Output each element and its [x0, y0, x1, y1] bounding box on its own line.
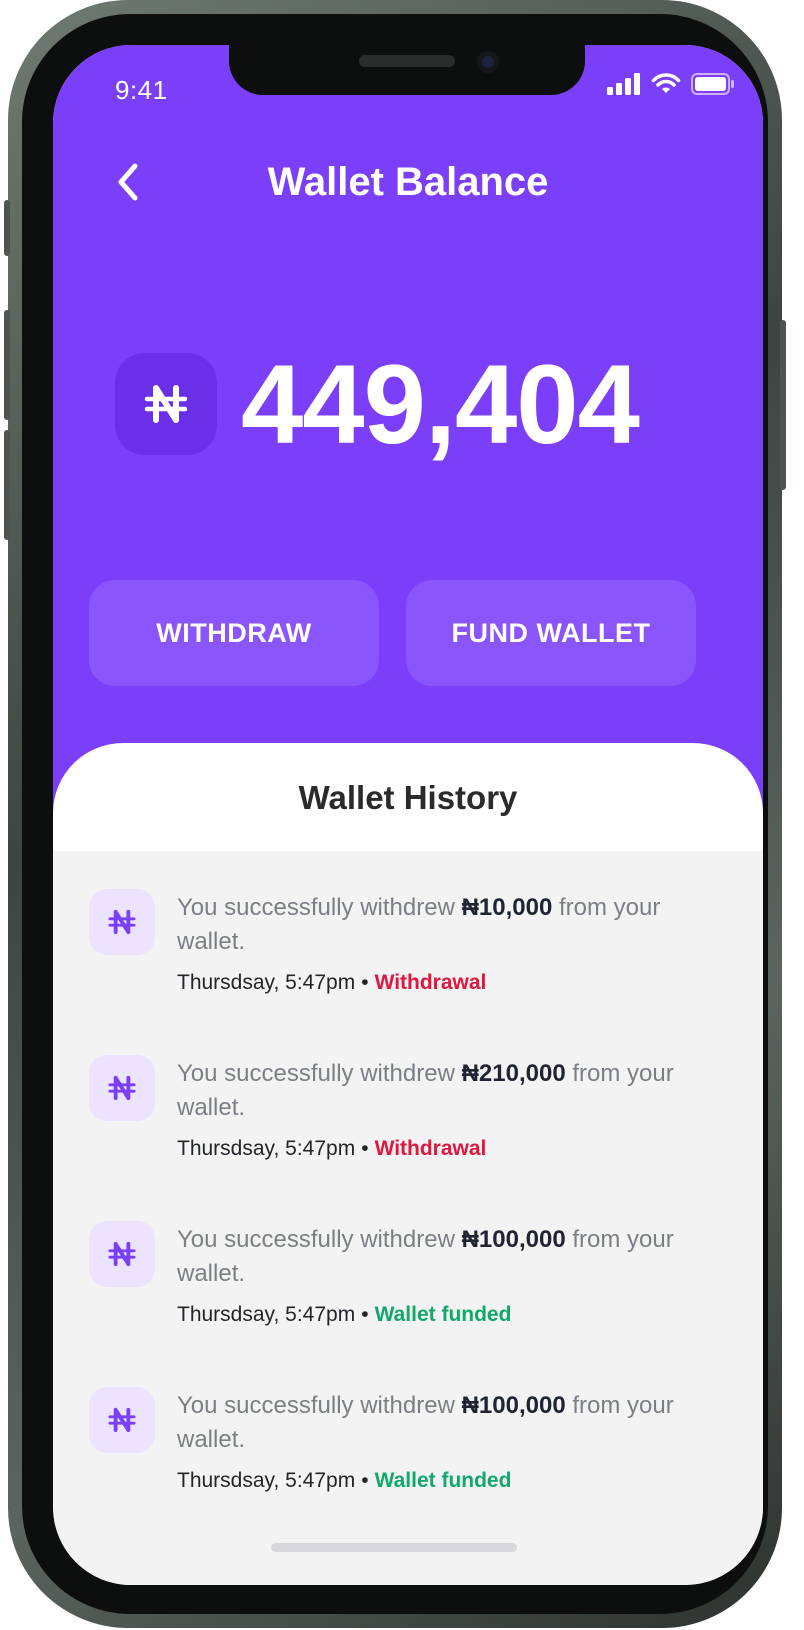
history-meta: Thursdsay, 5:47pm • Wallet funded — [177, 1303, 512, 1326]
signal-icon — [607, 73, 640, 95]
history-status: Wallet funded — [374, 1303, 512, 1326]
history-meta: Thursdsay, 5:47pm • Withdrawal — [177, 971, 487, 994]
history-status: Withdrawal — [374, 971, 487, 994]
history-meta: Thursdsay, 5:47pm • Withdrawal — [177, 1137, 487, 1160]
history-amount: ₦100,000 — [461, 1392, 566, 1419]
history-message: You successfully withdrew ₦10,000 from y… — [177, 894, 661, 955]
history-title: Wallet History — [298, 779, 518, 816]
naira-icon — [108, 909, 136, 935]
status-icons — [607, 73, 735, 95]
naira-badge — [115, 353, 217, 455]
naira-icon — [108, 1407, 136, 1433]
home-indicator[interactable] — [271, 1543, 517, 1552]
history-time: Thursdsay, 5:47pm — [177, 971, 356, 994]
history-time: Thursdsay, 5:47pm — [177, 1137, 356, 1160]
history-list: You successfully withdrew ₦10,000 from y… — [53, 851, 763, 1585]
notch — [229, 45, 585, 95]
withdraw-button[interactable]: WITHDRAW — [89, 580, 379, 686]
naira-icon-tile — [89, 1055, 155, 1121]
history-time: Thursdsay, 5:47pm — [177, 1303, 356, 1326]
fund-wallet-button[interactable]: FUND WALLET — [406, 580, 696, 686]
history-message: You successfully withdrew ₦210,000 from … — [177, 1060, 674, 1121]
history-amount: ₦210,000 — [461, 1060, 566, 1087]
status-time: 9:41 — [115, 75, 168, 105]
balance-amount: 449,404 — [241, 342, 640, 467]
wifi-icon — [651, 73, 681, 93]
naira-icon — [108, 1075, 136, 1101]
history-time: Thursdsay, 5:47pm — [177, 1469, 356, 1492]
volume-down-button — [4, 430, 10, 540]
battery-icon — [691, 73, 734, 95]
page-title: Wallet Balance — [267, 160, 549, 204]
history-status: Wallet funded — [374, 1469, 512, 1492]
speaker-grill — [359, 55, 455, 67]
naira-icon-tile — [89, 1387, 155, 1453]
history-message: You successfully withdrew ₦100,000 from … — [177, 1226, 674, 1287]
volume-up-button — [4, 310, 10, 420]
phone-frame: 9:41 Wallet Balance 449,404 WITHDRAW FUN… — [4, 0, 786, 1628]
front-camera — [477, 51, 499, 73]
history-amount: ₦10,000 — [461, 894, 553, 921]
history-amount: ₦100,000 — [461, 1226, 566, 1253]
history-meta: Thursdsay, 5:47pm • Wallet funded — [177, 1469, 512, 1492]
history-status: Withdrawal — [374, 1137, 487, 1160]
power-button — [780, 320, 786, 490]
naira-icon — [108, 1241, 136, 1267]
history-message: You successfully withdrew ₦100,000 from … — [177, 1392, 674, 1453]
naira-icon — [144, 385, 188, 423]
naira-icon-tile — [89, 1221, 155, 1287]
mute-switch — [4, 200, 10, 256]
naira-icon-tile — [89, 889, 155, 955]
screen: 9:41 Wallet Balance 449,404 WITHDRAW FUN… — [53, 45, 763, 1585]
